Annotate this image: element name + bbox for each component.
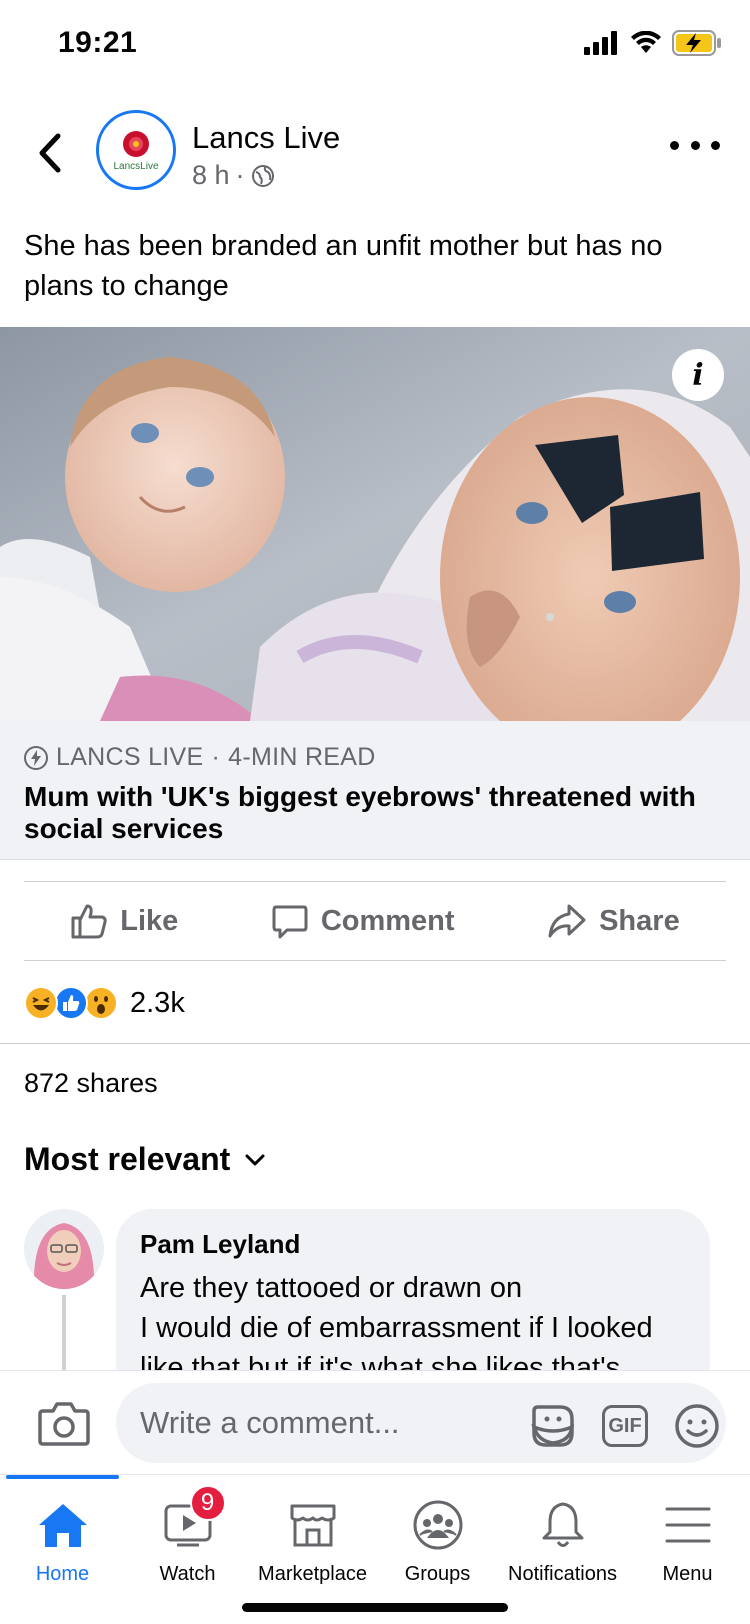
comment-composer: GIF [0, 1370, 750, 1474]
smiley-icon[interactable] [674, 1403, 720, 1449]
comment-sort-dropdown[interactable]: Most relevant [24, 1141, 266, 1178]
status-bar: 19:21 [0, 0, 750, 90]
status-icons [584, 30, 722, 56]
nav-home[interactable]: Home [0, 1495, 125, 1586]
sort-label: Most relevant [24, 1141, 231, 1177]
lightning-icon [24, 745, 48, 770]
nav-groups-label: Groups [404, 1563, 471, 1585]
more-dot [690, 140, 700, 150]
share-button[interactable]: Share [547, 902, 680, 940]
share-arrow-icon [548, 904, 586, 938]
signal-icon [584, 31, 617, 55]
link-preview-meta[interactable]: LANCS LIVE · 4-MIN READ Mum with 'UK's b… [0, 721, 750, 860]
shop-icon [283, 1495, 343, 1555]
nav-notifications-label: Notifications [508, 1563, 617, 1585]
active-tab-indicator [6, 1475, 119, 1479]
comment-author[interactable]: Pam Leyland [140, 1229, 686, 1260]
battery-charging-icon [672, 30, 721, 56]
article-photo [0, 327, 750, 721]
like-reaction-icon [54, 986, 88, 1020]
divider-full [0, 1043, 750, 1044]
nav-notifications[interactable]: Notifications [500, 1495, 625, 1586]
chevron-down-icon [245, 1154, 265, 1165]
thumbs-up-icon [71, 904, 107, 939]
link-source: LANCS LIVE [56, 743, 204, 771]
more-dots-icon [670, 140, 679, 150]
nav-menu[interactable]: Menu [625, 1495, 750, 1586]
hamburger-icon [658, 1495, 718, 1555]
nav-home-label: Home [35, 1563, 90, 1585]
like-button[interactable]: Like [70, 902, 178, 940]
camera-icon [38, 1402, 90, 1446]
divider-bottom [24, 960, 726, 961]
sticker-icon[interactable] [530, 1403, 576, 1449]
info-icon: i [692, 357, 704, 393]
comment-button[interactable]: Comment [271, 902, 455, 940]
share-label: Share [599, 904, 680, 937]
haha-reaction-icon [24, 986, 58, 1020]
nav-watch-label: Watch [159, 1563, 216, 1585]
bottom-nav: Home 9 Watch Marketplace Groups Notifica… [0, 1474, 750, 1624]
post-text: She has been branded an unfit mother but… [24, 230, 663, 302]
link-read-time: 4-MIN READ [228, 743, 376, 771]
rose-logo-icon [123, 130, 149, 157]
link-source-separator: · [211, 743, 221, 771]
groups-icon [408, 1495, 468, 1555]
camera-button[interactable] [38, 1401, 90, 1447]
info-button[interactable]: i [672, 349, 724, 401]
home-icon [33, 1495, 93, 1555]
share-count[interactable]: 872 shares [24, 1068, 158, 1099]
more-dot [711, 140, 720, 150]
comment-author-avatar[interactable] [24, 1209, 104, 1289]
speech-bubble-icon [272, 905, 308, 939]
post-header: LancsLive Lancs Live 8 h · [0, 100, 750, 210]
bell-icon [533, 1495, 593, 1555]
reaction-summary[interactable]: 2.3k [24, 983, 185, 1023]
more-options-button[interactable] [670, 130, 720, 160]
reaction-count: 2.3k [130, 986, 185, 1019]
nav-menu-label: Menu [662, 1563, 713, 1585]
nav-marketplace[interactable]: Marketplace [250, 1495, 375, 1586]
link-preview-image[interactable]: i [0, 327, 750, 721]
status-time: 19:21 [58, 26, 138, 59]
back-button[interactable] [30, 128, 70, 178]
post-time: 8 h [192, 160, 230, 190]
home-indicator[interactable] [242, 1603, 508, 1612]
avatar-wordmark: LancsLive [113, 160, 159, 172]
post-meta: 8 h · [192, 160, 275, 191]
nav-groups[interactable]: Groups [375, 1495, 500, 1586]
post-actions: Like Comment Share [24, 882, 726, 960]
link-source-line: LANCS LIVE · 4-MIN READ [24, 743, 376, 772]
chevron-left-icon [39, 133, 61, 173]
watch-badge: 9 [189, 1485, 226, 1521]
link-title[interactable]: Mum with 'UK's biggest eyebrows' threate… [24, 781, 724, 845]
globe-icon [251, 164, 274, 187]
wifi-icon [631, 31, 661, 53]
video-icon: 9 [158, 1485, 226, 1555]
page-name[interactable]: Lancs Live [192, 120, 340, 156]
avatar-photo [24, 1209, 104, 1289]
comment-label: Comment [320, 904, 455, 937]
thread-line [62, 1295, 66, 1375]
meta-separator: · [235, 160, 245, 190]
like-label: Like [120, 904, 179, 937]
composer-tools: GIF [530, 1403, 720, 1449]
wow-reaction-icon [84, 986, 118, 1020]
gif-button[interactable]: GIF [602, 1405, 648, 1447]
nav-watch[interactable]: 9 Watch [125, 1485, 250, 1586]
page-avatar[interactable]: LancsLive [96, 110, 176, 190]
nav-marketplace-label: Marketplace [258, 1563, 367, 1585]
